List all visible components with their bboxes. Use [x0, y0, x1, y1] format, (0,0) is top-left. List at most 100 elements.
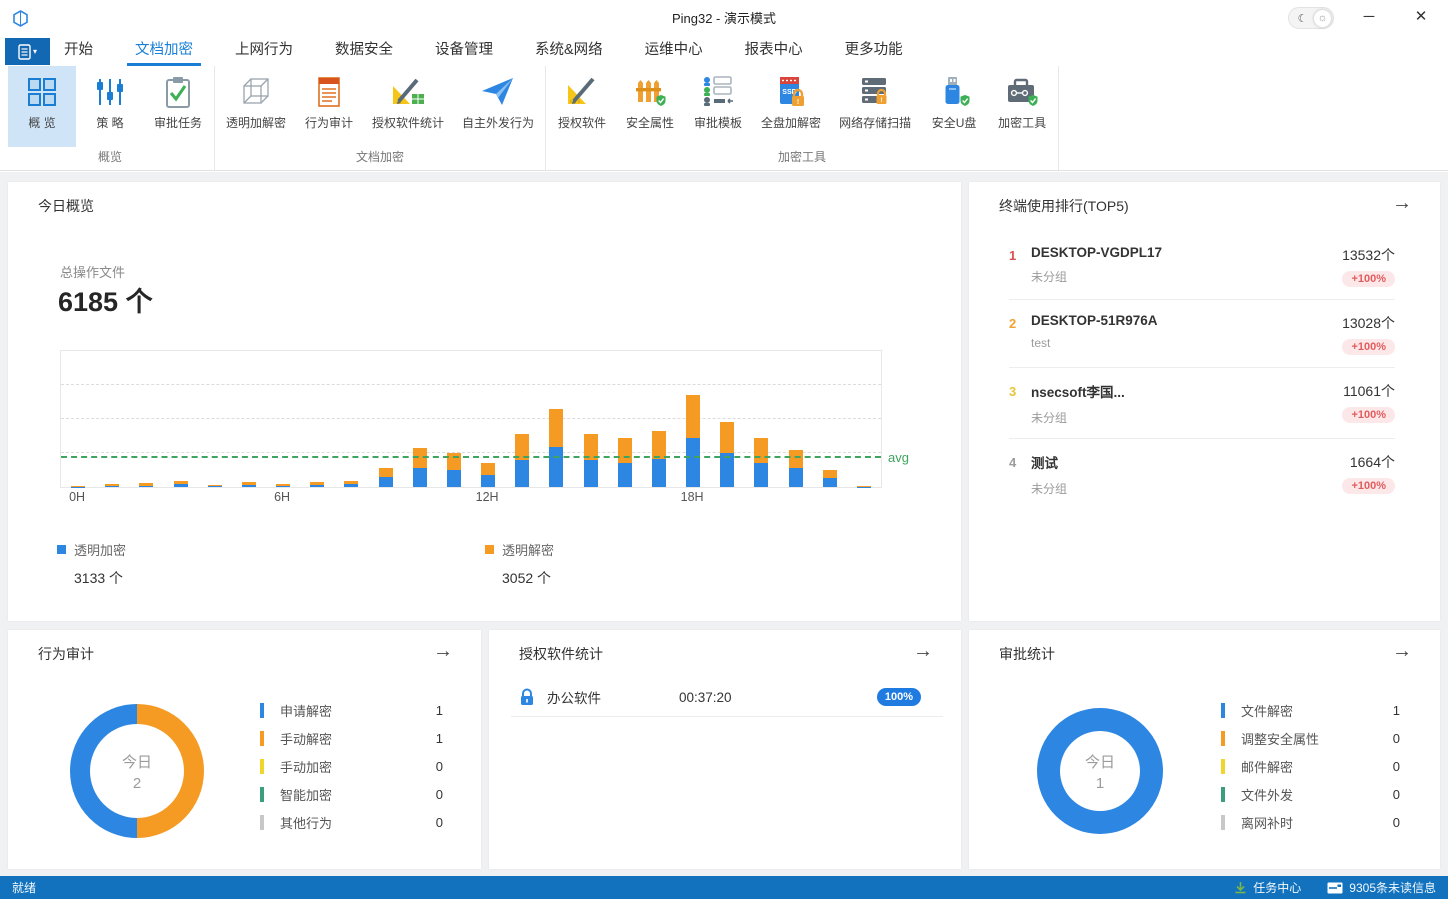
dark-mode-icon[interactable]: ☾ — [1291, 12, 1314, 25]
menu-tab-4[interactable]: 数据安全 — [335, 36, 393, 66]
legend-row: 离网补时0 — [1221, 808, 1400, 836]
bar-7H-encrypt — [310, 485, 324, 487]
bar-6H-encrypt — [276, 486, 290, 487]
terminal-rank-row[interactable]: 2DESKTOP-51R976Atest13028个+100% — [1009, 300, 1395, 368]
software-usage-list: 办公软件00:37:20100% — [511, 678, 943, 717]
legend-row: 智能加密0 — [260, 780, 443, 808]
bar-0H-decrypt — [71, 486, 85, 487]
ribbon-item-approval-tasks[interactable]: 审批任务 — [144, 66, 212, 147]
legend-label: 智能加密 — [280, 785, 332, 804]
legend-value: 0 — [436, 759, 443, 774]
menu-tab-9[interactable]: 更多功能 — [845, 36, 903, 66]
app-menu-button[interactable]: ▾ — [5, 38, 50, 65]
legend-color-bar — [260, 703, 264, 718]
menu-tab-1[interactable]: 开始 — [64, 36, 93, 66]
legend-row: 手动加密0 — [260, 752, 443, 780]
terminal-rank-row[interactable]: 3nsecsoft李国...未分组11061个+100% — [1009, 368, 1395, 439]
bar-4H-decrypt — [208, 485, 222, 486]
dashboard-content: 今日概览 总操作文件 6185 个 0H6H12H18H avg 透明加密313… — [0, 172, 1448, 876]
total-files-value: 6185 个 — [58, 280, 153, 319]
transparent-crypt-cube-icon — [237, 73, 275, 111]
terminal-stats: 13532个+100% — [1342, 245, 1395, 287]
terminal-ranking-list: 1DESKTOP-VGDPL17未分组13532个+100%2DESKTOP-5… — [1009, 232, 1395, 509]
ribbon-item-fulldisk-crypt[interactable]: SSD!全盘加解密 — [752, 66, 830, 147]
legend-color-bar — [260, 731, 264, 746]
ribbon-item-label: 加密工具 — [998, 114, 1046, 131]
approval-donut-chart: 今日1 — [1037, 708, 1163, 834]
ribbon-item-behavior-audit[interactable]: 行为审计 — [295, 66, 363, 147]
panel-more-arrow-icon[interactable]: → — [913, 641, 933, 661]
legend-label: 透明解密 — [502, 540, 554, 559]
svg-text:!: ! — [880, 97, 882, 104]
menu-tab-7[interactable]: 运维中心 — [645, 36, 703, 66]
legend-label: 申请解密 — [280, 701, 332, 720]
terminal-rank-row[interactable]: 4测试未分组1664个+100% — [1009, 439, 1395, 509]
close-button[interactable]: ✕ — [1400, 0, 1442, 34]
legend-row: 申请解密1 — [260, 696, 443, 724]
ribbon-item-secure-usb[interactable]: 安全U盘 — [920, 66, 988, 147]
terminal-rank-row[interactable]: 1DESKTOP-VGDPL17未分组13532个+100% — [1009, 232, 1395, 300]
ribbon-item-label: 网络存储扫描 — [839, 114, 911, 131]
avg-dashed-line — [61, 456, 881, 458]
software-row[interactable]: 办公软件00:37:20100% — [511, 678, 943, 717]
menu-tab-6[interactable]: 系统&网络 — [535, 36, 603, 66]
donut-center-label: 今日 — [122, 751, 152, 772]
bar-3H-decrypt — [174, 481, 188, 484]
bar-19H-encrypt — [720, 453, 734, 487]
bar-13H-encrypt — [515, 460, 529, 487]
ribbon-item-policy[interactable]: 策 略 — [76, 66, 144, 147]
ribbon-item-transparent-crypt[interactable]: 透明加解密 — [217, 66, 295, 147]
ribbon-item-licensed-software[interactable]: 授权软件 — [548, 66, 616, 147]
ribbon-item-approval-templates[interactable]: 审批模板 — [684, 66, 752, 147]
donut-center-value: 2 — [133, 775, 141, 792]
ribbon-item-network-storage-scan[interactable]: ! 网络存储扫描 — [830, 66, 920, 147]
bar-9H-decrypt — [379, 468, 393, 477]
chart-gridline — [61, 384, 881, 385]
task-center-button[interactable]: 任务中心 — [1234, 879, 1301, 896]
policy-sliders-icon — [91, 73, 129, 111]
terminal-name: 测试 — [1031, 452, 1342, 472]
panel-more-arrow-icon[interactable]: → — [1392, 193, 1412, 213]
security-attrs-fence-shield-icon — [631, 73, 669, 111]
ribbon-item-label: 透明加解密 — [226, 114, 286, 131]
terminal-name: nsecsoft李国... — [1031, 381, 1342, 401]
theme-toggle[interactable]: ☾ ☼ — [1288, 7, 1334, 29]
hourly-bar-chart: 0H6H12H18H avg — [60, 350, 940, 512]
legend-label: 邮件解密 — [1241, 757, 1293, 776]
bar-10H-encrypt — [413, 468, 427, 487]
ribbon-item-overview[interactable]: 概 览 — [8, 66, 76, 147]
light-mode-icon[interactable]: ☼ — [1314, 10, 1331, 27]
ribbon-item-label: 概 览 — [28, 114, 55, 131]
terminal-ranking-panel: 终端使用排行(TOP5) → 1DESKTOP-VGDPL17未分组13532个… — [969, 182, 1440, 621]
ribbon-item-licensed-software-stats[interactable]: 授权软件统计 — [363, 66, 453, 147]
behavior-legend: 申请解密1手动解密1手动加密0智能加密0其他行为0 — [260, 696, 443, 836]
bar-21H-encrypt — [789, 468, 803, 487]
legend-label: 文件外发 — [1241, 785, 1293, 804]
ribbon-group-3: 授权软件安全属性审批模板SSD!全盘加解密!网络存储扫描安全U盘加密工具加密工具 — [546, 66, 1059, 170]
menu-tab-3[interactable]: 上网行为 — [235, 36, 293, 66]
menu-tab-2[interactable]: 文档加密 — [135, 36, 193, 66]
bar-5H-decrypt — [242, 482, 256, 485]
approval-legend: 文件解密1调整安全属性0邮件解密0文件外发0离网补时0 — [1221, 696, 1400, 836]
bar-12H-encrypt — [481, 475, 495, 488]
ribbon-item-self-outgoing[interactable]: 自主外发行为 — [453, 66, 543, 147]
menu-tab-8[interactable]: 报表中心 — [745, 36, 803, 66]
terminal-group: 未分组 — [1031, 409, 1342, 426]
behavior-audit-doc-icon — [310, 73, 348, 111]
ping32-window: Ping32 - 演示模式 ☾ ☼ ─ ✕ ▾ 开始文档加密上网行为数据安全设备… — [0, 0, 1448, 899]
panel-more-arrow-icon[interactable]: → — [433, 641, 453, 661]
ribbon-item-crypt-tools[interactable]: 加密工具 — [988, 66, 1056, 147]
bar-21H-decrypt — [789, 450, 803, 468]
chart-legend-item: 透明解密3052 个 — [485, 540, 554, 588]
minimize-button[interactable]: ─ — [1348, 0, 1390, 34]
ribbon-item-label: 审批模板 — [694, 114, 742, 131]
unread-messages-button[interactable]: 9305条未读信息 — [1327, 879, 1436, 896]
approval-templates-icon — [699, 73, 737, 111]
ribbon-item-security-attrs[interactable]: 安全属性 — [616, 66, 684, 147]
terminal-info: DESKTOP-VGDPL17未分组 — [1031, 245, 1342, 287]
terminal-stats: 1664个+100% — [1342, 452, 1395, 497]
legend-row: 手动解密1 — [260, 724, 443, 752]
bar-18H-decrypt — [686, 395, 700, 438]
panel-more-arrow-icon[interactable]: → — [1392, 641, 1412, 661]
menu-tab-5[interactable]: 设备管理 — [435, 36, 493, 66]
